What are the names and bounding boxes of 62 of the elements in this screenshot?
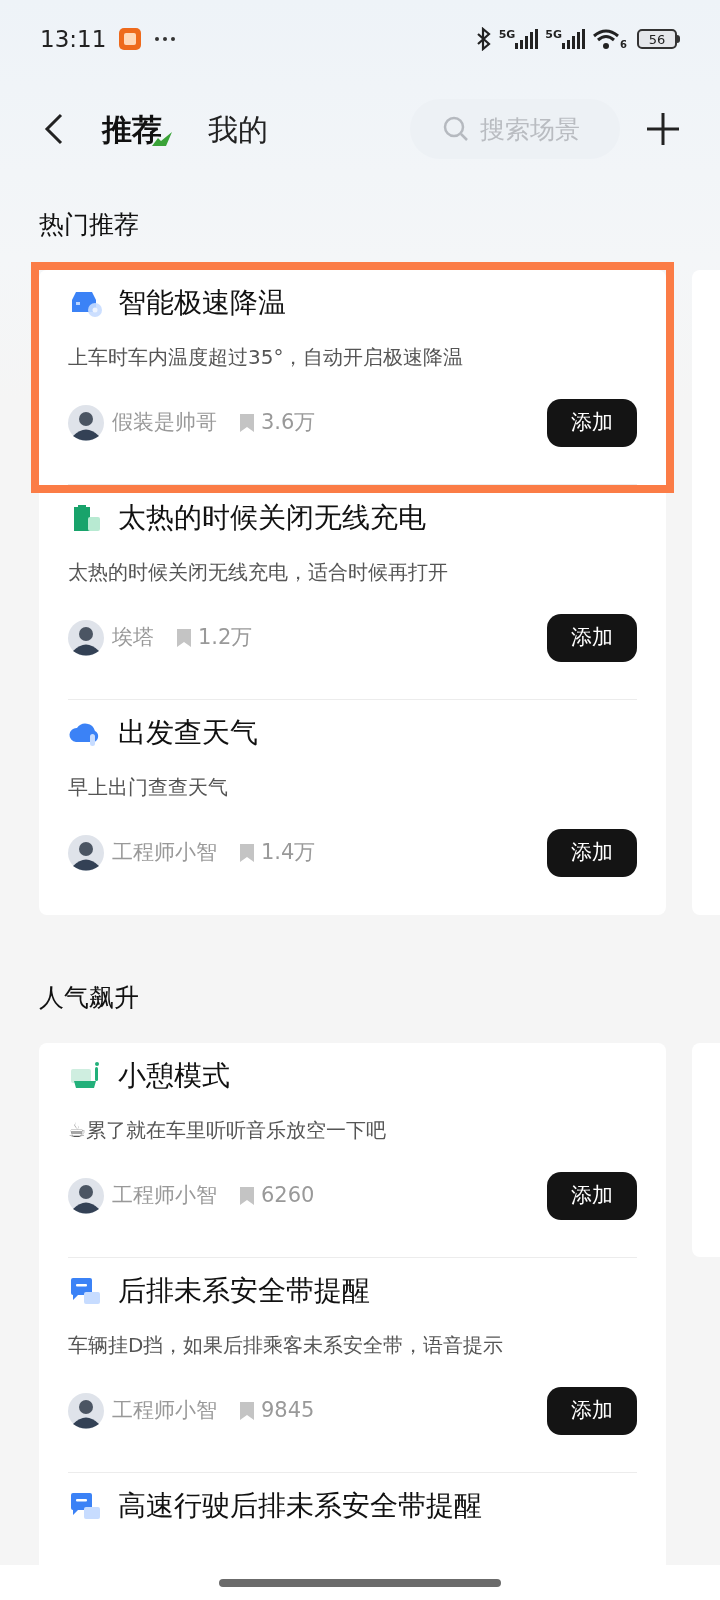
wifi-icon bbox=[592, 28, 621, 50]
save-count: 1.2万 bbox=[198, 624, 253, 652]
avatar bbox=[68, 1393, 104, 1429]
bookmark-icon bbox=[239, 843, 255, 863]
network-type: 5G bbox=[498, 29, 516, 40]
home-indicator[interactable] bbox=[219, 1578, 501, 1587]
search-icon bbox=[442, 115, 470, 143]
scene-title: 后排未系安全带提醒 bbox=[118, 1273, 370, 1309]
save-count: 6260 bbox=[261, 1182, 315, 1210]
save-count: 9845 bbox=[261, 1397, 315, 1425]
avatar bbox=[68, 835, 104, 871]
tab[interactable]: 推荐 bbox=[102, 106, 172, 152]
add-button[interactable]: 添加 bbox=[547, 1387, 637, 1435]
add-button[interactable]: 添加 bbox=[547, 614, 637, 662]
clock: 13:11 bbox=[40, 24, 107, 54]
save-count: 3.6万 bbox=[261, 409, 316, 437]
author-name: 假装是帅哥 bbox=[112, 409, 217, 437]
add-icon[interactable] bbox=[646, 112, 680, 146]
more-icon bbox=[154, 36, 177, 42]
author-name: 工程师小智 bbox=[112, 1182, 217, 1210]
bookmark-icon bbox=[239, 413, 255, 433]
scene-description: 早上出门查查天气 bbox=[68, 774, 228, 801]
author-name: 工程师小智 bbox=[112, 839, 217, 867]
seat-icon bbox=[68, 1061, 102, 1091]
tab[interactable]: 我的 bbox=[208, 106, 268, 152]
scene-item[interactable]: 智能极速降温 上车时车内温度超过35°，自动开启极速降温 假装是帅哥 3.6万 添加 bbox=[39, 270, 666, 485]
wifi-label: 6 bbox=[620, 40, 627, 50]
bookmark-icon bbox=[239, 1186, 255, 1206]
add-button[interactable]: 添加 bbox=[547, 829, 637, 877]
scene-title: 太热的时候关闭无线充电 bbox=[118, 500, 426, 536]
scene-title: 高速行驶后排未系安全带提醒 bbox=[118, 1488, 482, 1524]
scene-title: 出发查天气 bbox=[118, 715, 258, 751]
author-name: 工程师小智 bbox=[112, 1397, 217, 1425]
scene-title: 小憩模式 bbox=[118, 1058, 230, 1094]
section-title: 热门推荐 bbox=[39, 209, 139, 242]
signal-icon bbox=[562, 29, 587, 49]
scene-item[interactable]: 小憩模式 ☕累了就在车里听听音乐放空一下吧 工程师小智 6260 添加 bbox=[39, 1043, 666, 1258]
scene-item[interactable]: 出发查天气 早上出门查查天气 工程师小智 1.4万 添加 bbox=[39, 700, 666, 915]
network-type: 5G bbox=[545, 29, 563, 40]
scene-item[interactable]: 后排未系安全带提醒 车辆挂D挡，如果后排乘客未系安全带，语音提示 工程师小智 9845 添加 bbox=[39, 1258, 666, 1473]
avatar bbox=[68, 1178, 104, 1214]
chat-icon bbox=[68, 1491, 102, 1521]
scene-description: 车辆挂D挡，如果后排乘客未系安全带，语音提示 bbox=[68, 1332, 504, 1359]
scene-item[interactable]: 太热的时候关闭无线充电 太热的时候关闭无线充电，适合时候再打开 埃塔 1.2万 添加 bbox=[39, 485, 666, 700]
avatar bbox=[68, 405, 104, 441]
author-name: 埃塔 bbox=[112, 624, 154, 652]
scene-description: 上车时车内温度超过35°，自动开启极速降温 bbox=[68, 344, 464, 371]
app-notification-icon bbox=[118, 27, 143, 51]
avatar bbox=[68, 620, 104, 656]
scene-description: ☕累了就在车里听听音乐放空一下吧 bbox=[68, 1117, 386, 1144]
bookmark-icon bbox=[176, 628, 192, 648]
scene-description: 太热的时候关闭无线充电，适合时候再打开 bbox=[68, 559, 448, 586]
battery-level: 56 bbox=[648, 32, 666, 46]
add-button[interactable]: 添加 bbox=[547, 1172, 637, 1220]
section-title: 人气飙升 bbox=[39, 982, 139, 1015]
add-button[interactable]: 添加 bbox=[547, 399, 637, 447]
chat-icon bbox=[68, 1276, 102, 1306]
scene-title: 智能极速降温 bbox=[118, 285, 286, 321]
save-count: 1.4万 bbox=[261, 839, 316, 867]
scene-item[interactable]: 高速行驶后排未系安全带提醒 bbox=[39, 1473, 666, 1565]
signal-icon bbox=[515, 29, 540, 49]
bookmark-icon bbox=[239, 1401, 255, 1421]
